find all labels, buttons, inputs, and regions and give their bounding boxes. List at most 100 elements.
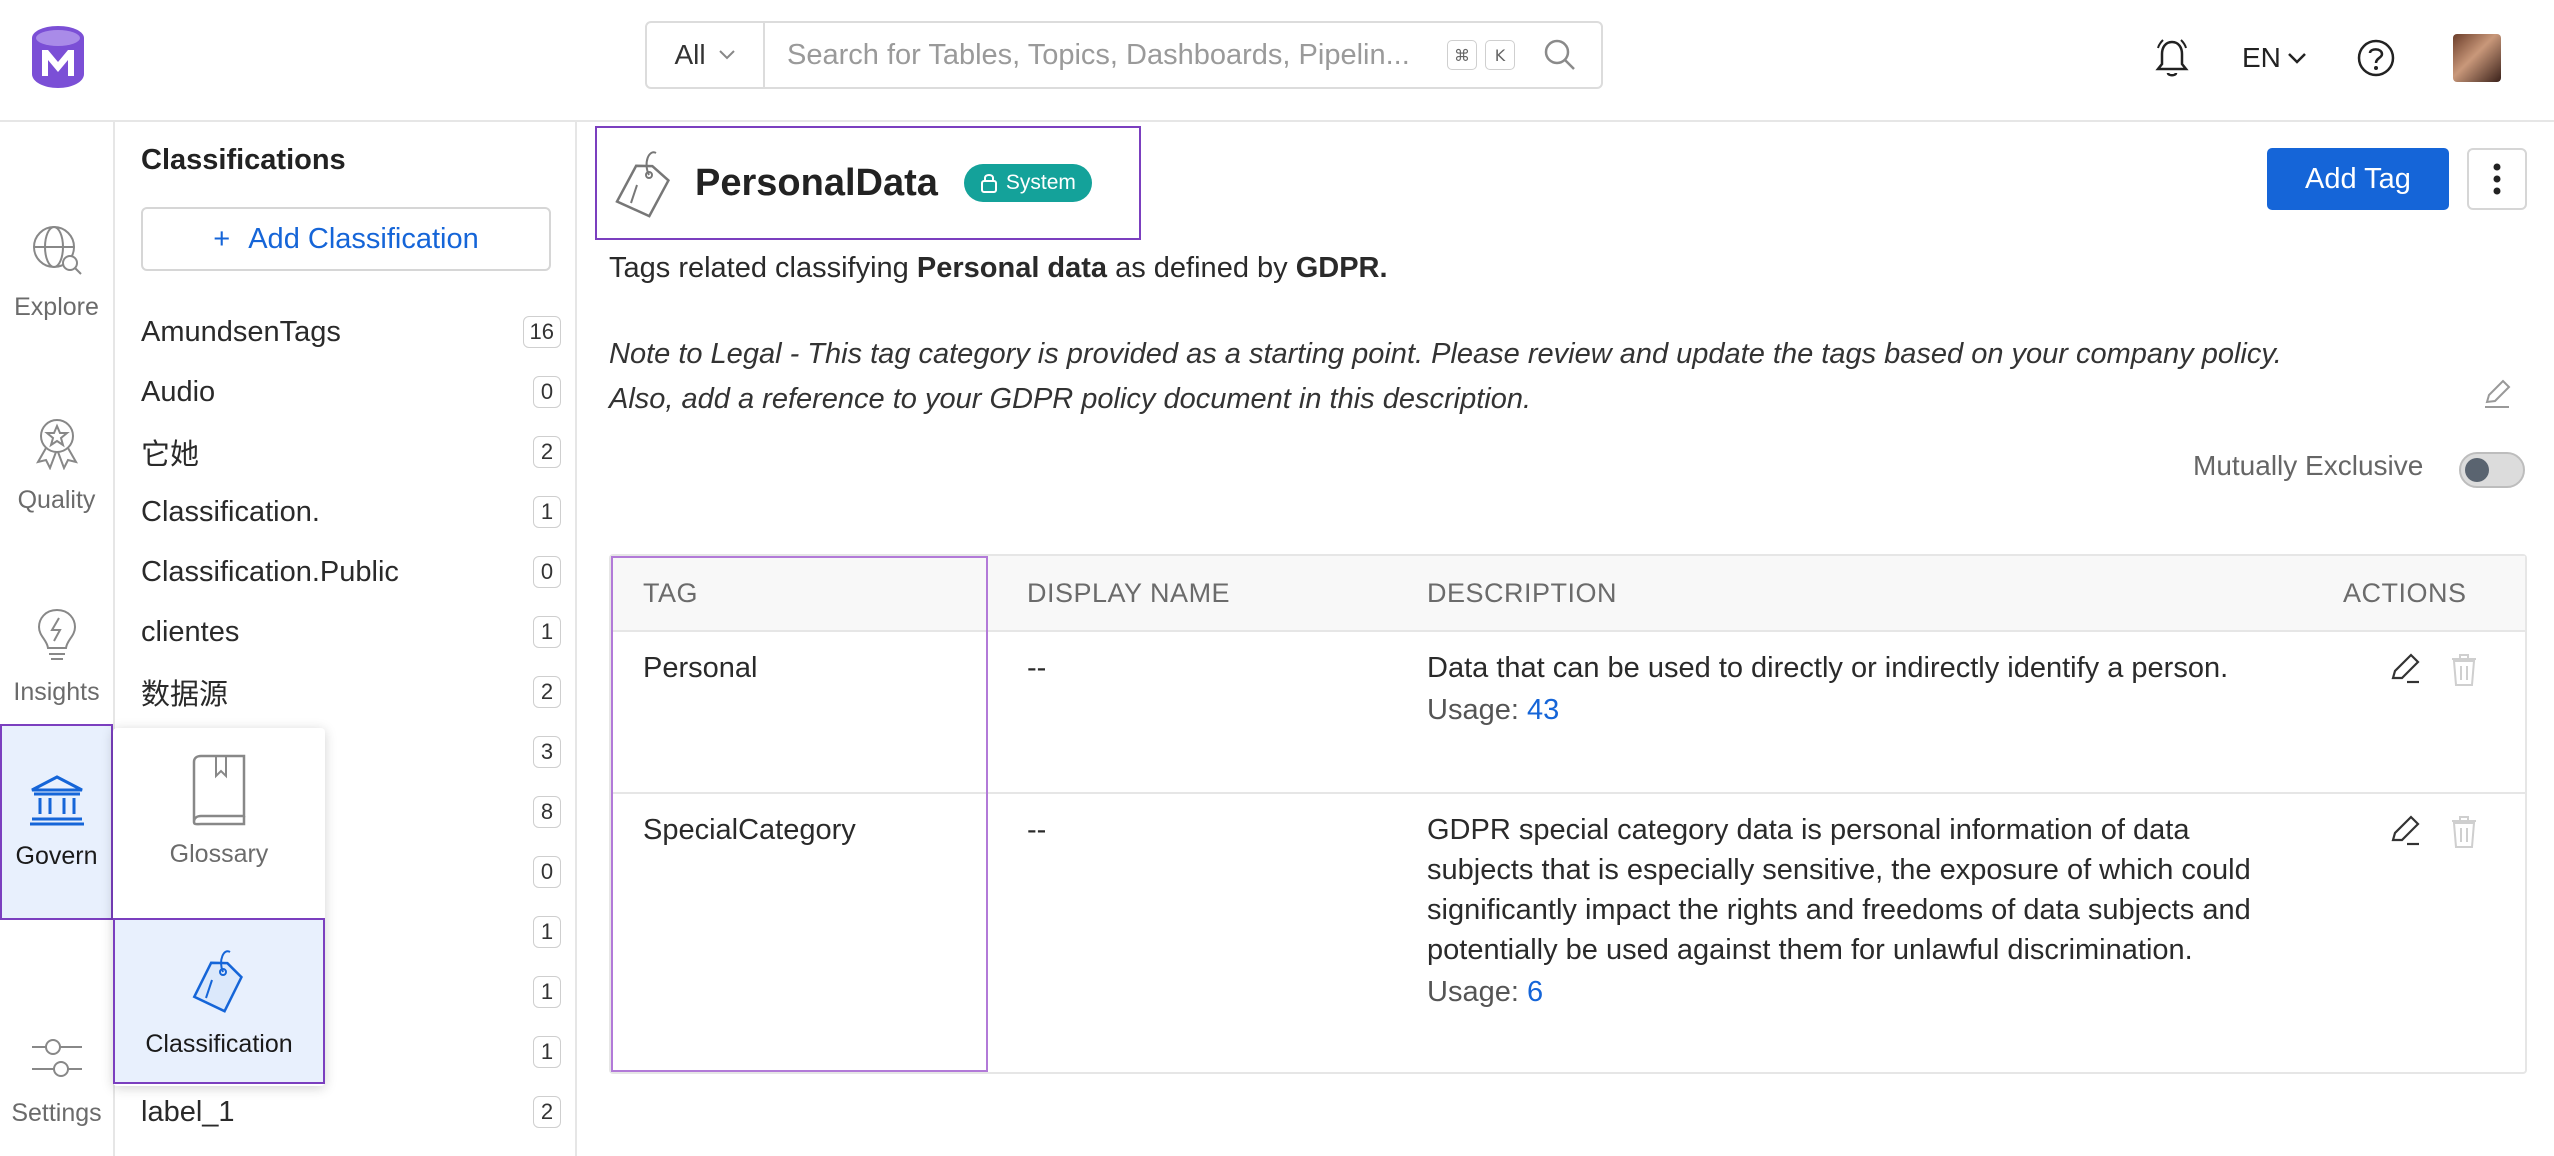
count-badge: 1 <box>533 496 561 528</box>
tag-name[interactable]: Personal <box>643 648 757 688</box>
usage-label: Usage: <box>1427 976 1519 1008</box>
lock-icon <box>980 174 997 193</box>
count-badge: 3 <box>533 736 561 768</box>
classification-name: clientes <box>141 615 240 648</box>
note-line: Also, add a reference to your GDPR polic… <box>609 383 1532 415</box>
nav-govern[interactable]: Govern <box>0 724 113 920</box>
count-badge: 0 <box>533 556 561 588</box>
classification-item[interactable]: Classification. 1 <box>141 482 561 542</box>
usage-count-link[interactable]: 6 <box>1527 976 1543 1008</box>
count-badge: 0 <box>533 856 561 888</box>
column-header-tag: TAG <box>643 578 698 608</box>
book-icon <box>192 754 246 825</box>
tags-table: TAG DISPLAY NAME DESCRIPTION ACTIONS Per… <box>609 554 2527 1074</box>
nav-explore[interactable]: Explore <box>0 174 113 370</box>
search-input[interactable] <box>765 23 1447 87</box>
count-badge: 1 <box>533 616 561 648</box>
menu-item-classification[interactable]: Classification <box>113 918 325 1084</box>
table-header: TAG DISPLAY NAME DESCRIPTION ACTIONS <box>611 556 2525 632</box>
delete-icon[interactable] <box>2449 814 2479 850</box>
edit-icon[interactable] <box>2387 814 2423 850</box>
language-selector[interactable]: EN <box>2242 30 2307 86</box>
sliders-icon <box>31 1038 82 1077</box>
search-filter-label: All <box>674 39 706 70</box>
left-nav: Explore Quality Insights Govern Settings <box>0 122 115 1156</box>
nav-settings[interactable]: Settings <box>0 982 113 1156</box>
classification-item[interactable]: Audio 0 <box>141 362 561 422</box>
classification-name: AmundsenTags <box>141 315 341 348</box>
more-vertical-icon <box>2493 163 2501 195</box>
tag-icon <box>192 949 243 1013</box>
classification-item[interactable]: label_1 2 <box>141 1082 561 1142</box>
plus-icon: + <box>213 222 231 255</box>
display-name: -- <box>1027 652 1047 684</box>
classification-header: PersonalData System <box>595 126 1141 240</box>
classification-item[interactable]: Classification.Public 0 <box>141 542 561 602</box>
nav-label: Govern <box>15 841 98 870</box>
count-badge: 2 <box>533 436 561 468</box>
classification-description: Tags related classifying Personal data a… <box>609 252 1388 285</box>
nav-quality[interactable]: Quality <box>0 366 113 562</box>
column-header-description: DESCRIPTION <box>1427 578 1618 608</box>
mutually-exclusive-toggle[interactable] <box>2459 452 2525 488</box>
add-classification-button[interactable]: + Add Classification <box>141 207 551 271</box>
search-icon[interactable] <box>1543 38 1577 72</box>
toggle-knob <box>2465 458 2489 482</box>
add-classification-label: Add Classification <box>248 222 479 255</box>
classification-item[interactable]: AmundsenTags 16 <box>141 302 561 362</box>
menu-item-glossary[interactable]: Glossary <box>113 728 325 894</box>
tag-description-text: Data that can be used to directly or ind… <box>1427 652 2229 684</box>
chevron-down-icon <box>2288 53 2306 64</box>
help-icon <box>2357 39 2395 77</box>
edit-icon[interactable] <box>2387 652 2423 688</box>
nav-label: Insights <box>13 677 100 706</box>
top-bar: All ⌘ K EN <box>0 0 2554 122</box>
count-badge: 0 <box>533 376 561 408</box>
usage-count-link[interactable]: 43 <box>1527 694 1559 726</box>
delete-icon[interactable] <box>2449 652 2479 688</box>
count-badge: 2 <box>533 1096 561 1128</box>
count-badge: 1 <box>533 1036 561 1068</box>
tag-name[interactable]: SpecialCategory <box>643 810 856 850</box>
classification-name: Classification.Public <box>141 555 399 588</box>
page-title: PersonalData <box>695 161 938 204</box>
notifications-button[interactable] <box>2155 30 2189 86</box>
count-badge: 2 <box>533 676 561 708</box>
more-options-button[interactable] <box>2467 148 2527 210</box>
classification-name: label_1 <box>141 1095 235 1128</box>
classification-item[interactable]: 它她 2 <box>141 422 561 482</box>
app-logo-icon[interactable] <box>28 24 88 90</box>
award-icon <box>35 418 78 470</box>
description-note: Note to Legal - This tag category is pro… <box>609 332 2509 422</box>
classification-item[interactable]: 数据源 2 <box>141 662 561 722</box>
add-tag-button[interactable]: Add Tag <box>2267 148 2449 210</box>
description-bold: GDPR. <box>1295 252 1388 284</box>
help-button[interactable] <box>2356 30 2396 86</box>
bank-icon <box>29 774 84 825</box>
sidebar-title: Classifications <box>141 144 346 176</box>
main-content: PersonalData System Add Tag Tags related… <box>577 122 2554 1156</box>
tag-description: GDPR special category data is personal i… <box>1427 810 2267 1012</box>
note-line: Note to Legal - This tag category is pro… <box>609 338 2282 370</box>
count-badge: 16 <box>522 316 561 348</box>
user-avatar[interactable] <box>2453 34 2501 82</box>
mutually-exclusive-label: Mutually Exclusive <box>2193 450 2424 481</box>
edit-description-icon[interactable] <box>2481 378 2513 410</box>
column-header-display-name: DISPLAY NAME <box>1027 578 1231 608</box>
search-filter-dropdown[interactable]: All <box>647 23 765 87</box>
nav-label: Quality <box>17 485 96 514</box>
count-badge: 1 <box>533 916 561 948</box>
lightbulb-icon <box>37 608 76 660</box>
description-text: Tags related classifying <box>609 252 917 284</box>
menu-item-label: Glossary <box>169 839 269 868</box>
menu-item-label: Classification <box>145 1029 293 1058</box>
classification-name: 数据源 <box>141 679 229 711</box>
govern-flyout-menu: Glossary Classification <box>113 728 325 1086</box>
language-label: EN <box>2242 42 2281 73</box>
count-badge: 8 <box>533 796 561 828</box>
nav-label: Explore <box>14 292 99 321</box>
system-badge-label: System <box>1005 171 1076 194</box>
usage-info: Usage: 6 <box>1427 972 2267 1012</box>
classification-item[interactable]: clientes 1 <box>141 602 561 662</box>
classification-name: Audio <box>141 375 216 408</box>
